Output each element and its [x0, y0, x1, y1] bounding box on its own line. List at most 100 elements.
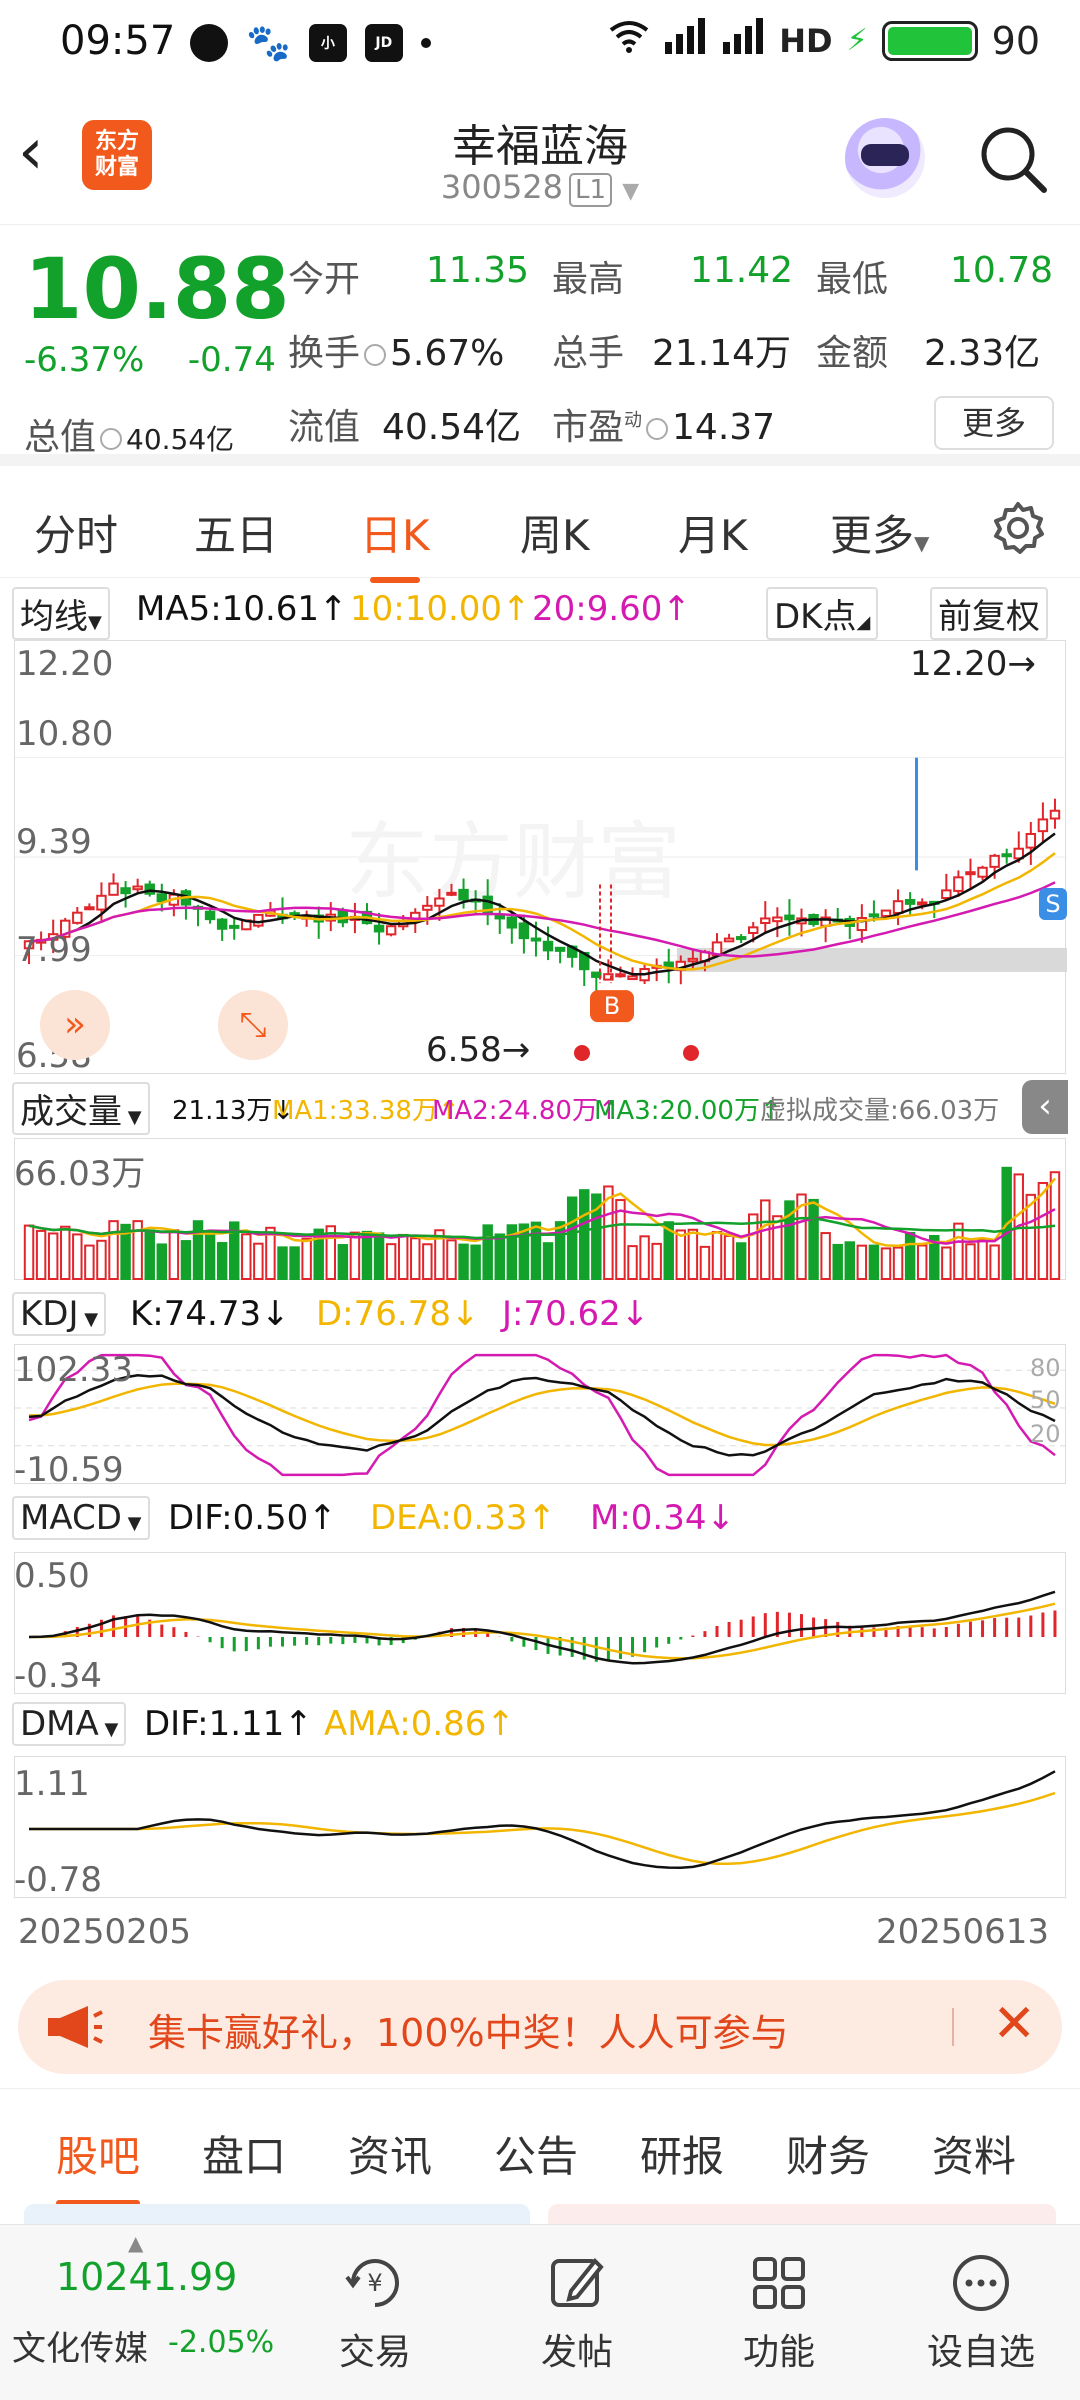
- volume-chart: [14, 1138, 1066, 1281]
- kdj-k: K:74.73↓: [130, 1294, 290, 1334]
- tab-daily-k[interactable]: 日K: [360, 502, 430, 583]
- tab-announcements[interactable]: 公告: [494, 2123, 578, 2184]
- volume-svg: [23, 1166, 1061, 1281]
- candle-body: [373, 924, 385, 933]
- add-watchlist-button[interactable]: 设自选: [916, 2225, 1046, 2375]
- trade-button[interactable]: ¥ 交易: [310, 2225, 440, 2375]
- caret-down-icon: ▼: [914, 531, 930, 555]
- volume-bar: [699, 1245, 711, 1281]
- ma-selector-label: 均线: [20, 597, 88, 637]
- candle-body: [458, 888, 469, 901]
- candle-body: [506, 916, 518, 929]
- post-button[interactable]: 发帖: [512, 2225, 642, 2375]
- macd-selector[interactable]: MACD ▼: [12, 1496, 150, 1540]
- promo-banner[interactable]: 集卡赢好礼，100%中奖！人人可参与 ✕: [18, 1980, 1062, 2074]
- candle-body: [253, 913, 264, 927]
- candle-body: [494, 914, 505, 920]
- gear-icon[interactable]: [990, 500, 1046, 560]
- adjust-button[interactable]: 前复权: [930, 587, 1048, 640]
- tab-research[interactable]: 研报: [640, 2123, 724, 2184]
- volume-bar: [35, 1229, 47, 1280]
- end-date: 20250613: [876, 1912, 1050, 1952]
- ma-selector[interactable]: 均线▼: [12, 587, 110, 640]
- volume-bar: [832, 1243, 843, 1280]
- more-quote-button[interactable]: 更多: [934, 396, 1054, 450]
- xiaohongshu-icon: 小: [308, 24, 347, 62]
- last-price: 10.88: [24, 240, 290, 338]
- kdj-selector-label: KDJ: [20, 1294, 79, 1334]
- candle-body: [554, 946, 566, 952]
- s-badge-text: S: [1045, 890, 1060, 918]
- tab-pankou[interactable]: 盘口: [202, 2123, 286, 2184]
- volume-bar: [904, 1231, 916, 1280]
- kdj-d: D:76.78↓: [316, 1294, 480, 1334]
- candle-body: [84, 906, 95, 911]
- candle-body: [760, 917, 771, 924]
- mktcap-value: 40.54亿: [126, 423, 235, 456]
- volume-bar: [989, 1244, 1000, 1280]
- y-label-3: 9.39: [16, 822, 92, 862]
- kdj-chart: [14, 1344, 1067, 1484]
- volume-bar: [108, 1220, 119, 1280]
- dk-point-button[interactable]: DK点◢: [766, 587, 879, 640]
- volume-bar: [23, 1224, 35, 1281]
- change-percent: -6.37%: [24, 340, 145, 380]
- grid-icon: [714, 2225, 844, 2315]
- double-chevron-right-icon[interactable]: »: [40, 990, 110, 1060]
- expand-icon[interactable]: ⤡: [218, 990, 288, 1060]
- tab-monthly-k[interactable]: 月K: [678, 502, 748, 563]
- kdj-selector[interactable]: KDJ ▼: [12, 1292, 107, 1336]
- volume-selector-label: 成交量: [20, 1092, 122, 1132]
- megaphone-icon: [44, 2002, 104, 2056]
- close-icon[interactable]: ✕: [992, 1994, 1036, 2054]
- wifi-icon: [609, 19, 649, 63]
- macd-dea: DEA:0.33↑: [370, 1498, 556, 1538]
- candle-body: [941, 889, 952, 899]
- candle-body: [337, 909, 349, 924]
- chat-icon: [190, 24, 228, 62]
- macd-selector-label: MACD: [20, 1498, 122, 1538]
- volume-bar: [530, 1221, 542, 1280]
- volume-bar: [856, 1244, 868, 1280]
- volume-bar: [723, 1234, 735, 1280]
- volume-bar: [60, 1225, 71, 1280]
- caret-down-icon: ▼: [78, 1309, 99, 1330]
- info-icon[interactable]: [100, 428, 123, 450]
- volume-bar: [953, 1222, 964, 1281]
- candle-body: [904, 899, 916, 905]
- tab-intraday[interactable]: 分时: [34, 502, 118, 563]
- tab-more[interactable]: 更多▼: [830, 502, 929, 563]
- search-icon[interactable]: [978, 124, 1048, 198]
- info-icon[interactable]: [646, 418, 669, 440]
- collapse-left-icon[interactable]: ‹: [1022, 1080, 1068, 1134]
- tab-weekly-k[interactable]: 周K: [520, 502, 590, 563]
- tab-profile[interactable]: 资料: [932, 2123, 1016, 2184]
- index-value[interactable]: 10241.99: [56, 2255, 237, 2299]
- dma-selector[interactable]: DMA ▼: [12, 1702, 127, 1746]
- candle-body: [687, 957, 699, 963]
- tab-finance[interactable]: 财务: [786, 2123, 870, 2184]
- volume-bar: [735, 1242, 747, 1281]
- functions-button[interactable]: 功能: [714, 2225, 844, 2375]
- signal-icon-2: [721, 18, 765, 63]
- candle-body: [132, 885, 143, 891]
- volume-bar: [494, 1233, 505, 1280]
- index-name[interactable]: 文化传媒: [12, 2321, 148, 2370]
- kline-chart[interactable]: 东方财富 B S: [14, 640, 1067, 1074]
- assistant-robot-icon[interactable]: [845, 118, 925, 198]
- tab-news[interactable]: 资讯: [348, 2123, 432, 2184]
- signal-dot: [574, 1045, 590, 1061]
- dma-line-1: [29, 1791, 1056, 1866]
- volume-selector[interactable]: 成交量 ▼: [12, 1082, 150, 1135]
- tab-guba[interactable]: 股吧: [56, 2123, 141, 2206]
- candle-body: [156, 893, 168, 903]
- tab-5day[interactable]: 五日: [194, 502, 278, 563]
- info-icon[interactable]: [364, 344, 387, 366]
- signal-dot: [683, 1045, 699, 1061]
- dot-icon: [420, 38, 431, 48]
- price-change: -6.37% -0.74: [24, 340, 276, 380]
- kdj-j: J:70.62↓: [502, 1294, 650, 1334]
- macd-ymax: 0.50: [14, 1556, 90, 1596]
- volume-bar: [482, 1224, 493, 1280]
- amount-value: 2.33亿: [924, 333, 1041, 374]
